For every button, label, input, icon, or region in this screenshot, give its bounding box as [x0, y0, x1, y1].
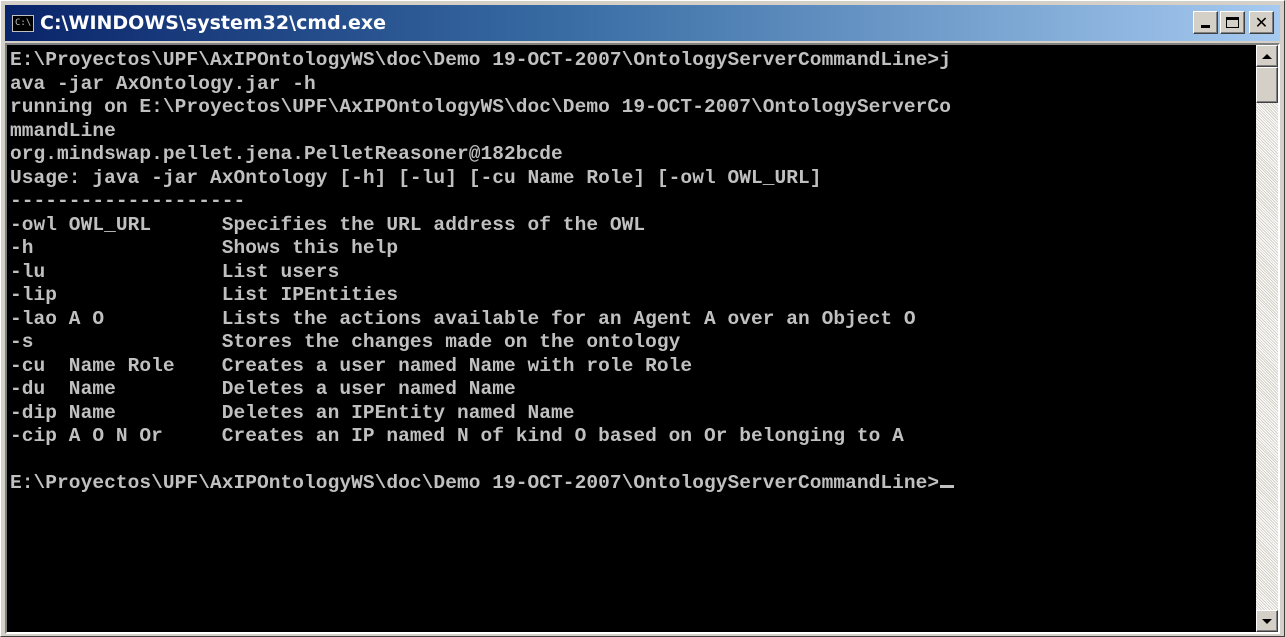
- console-icon[interactable]: C:\: [12, 14, 34, 32]
- console-line: E:\Proyectos\UPF\AxIPOntologyWS\doc\Demo…: [10, 49, 951, 71]
- scroll-up-button[interactable]: [1256, 45, 1278, 67]
- maximize-icon: [1226, 17, 1239, 28]
- cmd-window: C:\ C:\WINDOWS\system32\cmd.exe ✕ E:\Pro…: [0, 0, 1285, 637]
- close-button[interactable]: ✕: [1249, 11, 1274, 34]
- console-line: -du Name Deletes a user named Name: [10, 378, 516, 400]
- console-line: -lip List IPEntities: [10, 284, 399, 306]
- scrollbar-thumb[interactable]: [1256, 67, 1278, 103]
- console-line: -h Shows this help: [10, 237, 399, 259]
- console-line: -s Stores the changes made on the ontolo…: [10, 331, 681, 353]
- console-line: -cip A O N Or Creates an IP named N of k…: [10, 425, 904, 447]
- minimize-button[interactable]: [1193, 11, 1218, 34]
- console-output[interactable]: E:\Proyectos\UPF\AxIPOntologyWS\doc\Demo…: [7, 45, 1256, 632]
- console-lines: E:\Proyectos\UPF\AxIPOntologyWS\doc\Demo…: [10, 49, 955, 496]
- close-icon: ✕: [1254, 12, 1269, 32]
- console-line: -cu Name Role Creates a user named Name …: [10, 354, 693, 377]
- maximize-button[interactable]: [1220, 11, 1245, 34]
- console-line: -owl OWL_URL Specifies the URL address o…: [10, 213, 646, 236]
- text-cursor: [940, 485, 955, 488]
- scroll-down-arrow-icon: [1262, 618, 1272, 624]
- title-bar[interactable]: C:\ C:\WINDOWS\system32\cmd.exe ✕: [5, 5, 1280, 41]
- console-line: -lao A O Lists the actions available for…: [10, 307, 916, 330]
- vertical-scrollbar[interactable]: [1256, 45, 1278, 632]
- console-line: ava -jar AxOntology.jar -h: [10, 72, 316, 95]
- console-line: mmandLine: [10, 119, 116, 142]
- console-line: org.mindswap.pellet.jena.PelletReasoner@…: [10, 143, 563, 165]
- window-title: C:\WINDOWS\system32\cmd.exe: [40, 12, 386, 34]
- window-controls: ✕: [1193, 11, 1274, 34]
- console-line: running on E:\Proyectos\UPF\AxIPOntology…: [10, 96, 951, 118]
- console-client-area: E:\Proyectos\UPF\AxIPOntologyWS\doc\Demo…: [5, 43, 1280, 634]
- console-line: E:\Proyectos\UPF\AxIPOntologyWS\doc\Demo…: [10, 472, 955, 496]
- console-line: Usage: java -jar AxOntology [-h] [-lu] […: [10, 166, 822, 189]
- minimize-icon: [1201, 25, 1210, 28]
- console-line: -lu List users: [10, 260, 340, 283]
- scroll-up-arrow-icon: [1262, 53, 1272, 59]
- scroll-down-button[interactable]: [1256, 610, 1278, 632]
- console-line: --------------------: [10, 190, 246, 212]
- console-line: -dip Name Deletes an IPEntity named Name: [10, 401, 575, 424]
